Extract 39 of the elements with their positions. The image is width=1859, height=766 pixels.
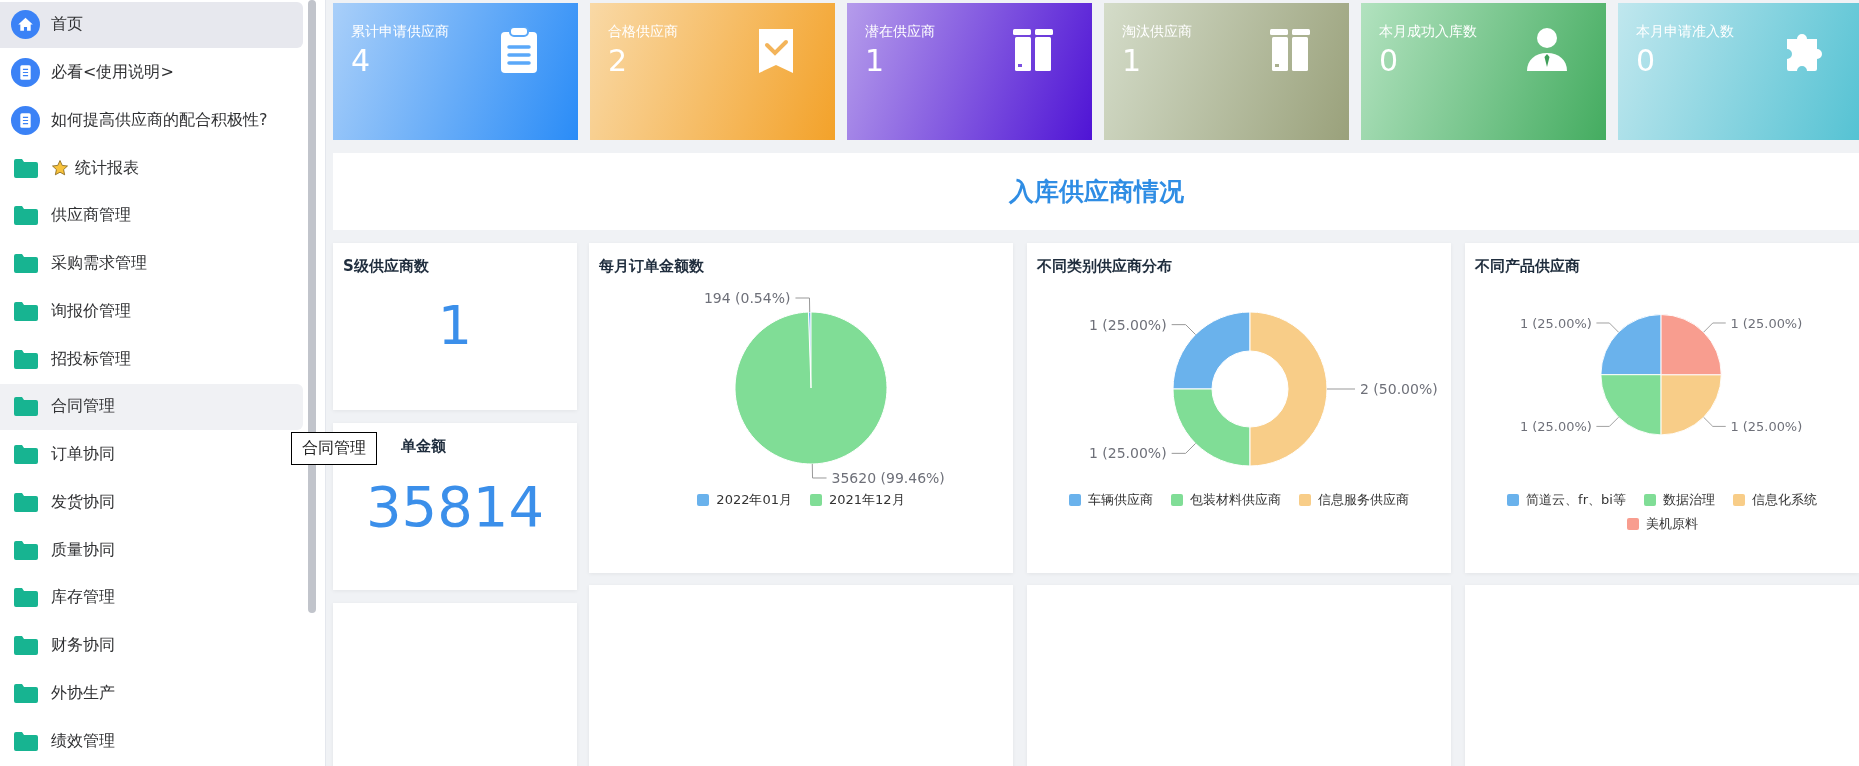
legend-label: 2022年01月 [716, 491, 792, 509]
card-title: 每月订单金额数 [599, 257, 705, 276]
stat-value: 4 [351, 42, 371, 80]
legend-label: 美机原料 [1645, 515, 1698, 533]
legend-label: 数据治理 [1662, 491, 1715, 509]
stat-value: 1 [1122, 42, 1142, 80]
data-label: 35620 (99.46%) [831, 470, 945, 486]
data-label: 1 (25.00%) [1730, 315, 1803, 331]
card-title: S级供应商数 [343, 257, 430, 276]
card-title: 不同类别供应商分布 [1037, 257, 1173, 276]
legend-label: 信息服务供应商 [1318, 491, 1409, 509]
tooltip: 合同管理 [291, 432, 377, 465]
stat-label: 本月申请准入数 [1636, 22, 1735, 41]
metric-value: 1 [437, 294, 473, 357]
stat-label: 合格供应商 [608, 22, 679, 41]
stat-value: 0 [1636, 42, 1656, 80]
data-label: 2 (50.00%) [1360, 381, 1438, 397]
data-label: 1 (25.00%) [1089, 445, 1167, 462]
data-label: 194 (0.54%) [703, 290, 791, 306]
metric-value: 35814 [365, 474, 545, 539]
card-title: 不同产品供应商 [1475, 257, 1581, 276]
stat-label: 累计申请供应商 [351, 22, 450, 41]
stat-label: 潜在供应商 [865, 22, 936, 41]
stat-label: 本月成功入库数 [1379, 22, 1478, 41]
legend-label: 2021年12月 [829, 491, 905, 509]
legend-label: 车辆供应商 [1088, 491, 1153, 509]
data-label: 1 (25.00%) [1089, 316, 1167, 333]
data-label: 1 (25.00%) [1730, 419, 1803, 435]
stat-value: 0 [1379, 42, 1399, 80]
stat-value: 1 [865, 42, 885, 80]
legend-label: 包装材料供应商 [1190, 491, 1281, 509]
stat-value: 2 [608, 42, 628, 80]
legend-label: 信息化系统 [1751, 491, 1817, 509]
legend-label: 简道云、fr、bi等 [1526, 491, 1626, 509]
data-label: 1 (25.00%) [1519, 419, 1592, 435]
card-title: 单金额 [401, 437, 447, 456]
data-label: 1 (25.00%) [1519, 315, 1592, 331]
section-title: 入库供应商情况 [1008, 176, 1184, 208]
stat-label: 淘汰供应商 [1122, 22, 1193, 41]
